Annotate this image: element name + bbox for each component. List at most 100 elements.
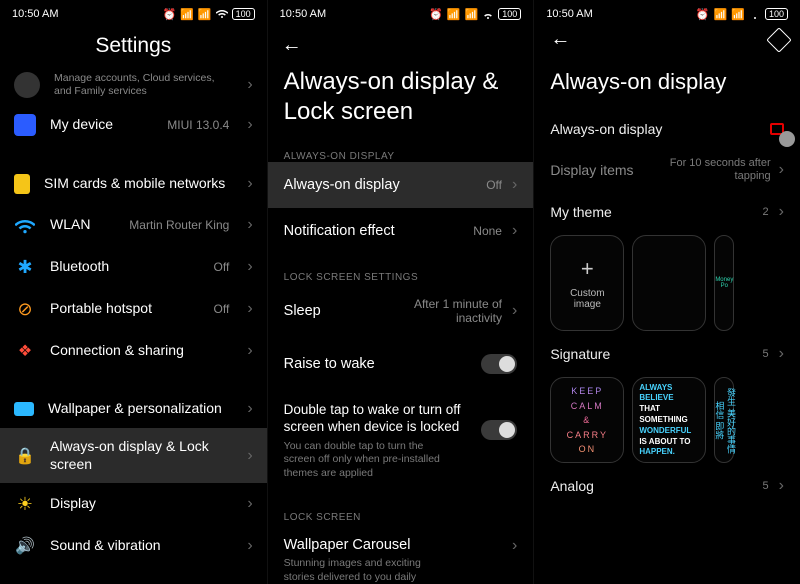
row-label: WLAN <box>50 216 115 234</box>
chevron-right-icon: › <box>247 447 252 465</box>
card-label: Money Po <box>715 277 733 289</box>
toggle-raise[interactable] <box>481 354 517 374</box>
chevron-right-icon: › <box>247 342 252 360</box>
chevron-right-icon: › <box>247 495 252 513</box>
bluetooth-icon: ✱ <box>14 256 36 278</box>
row-display-items[interactable]: Display items For 10 seconds after tappi… <box>534 147 800 193</box>
plus-icon: + <box>581 256 594 282</box>
card-label: Custom image <box>557 288 617 310</box>
battery-icon: 100 <box>232 8 255 20</box>
row-raise-to-wake[interactable]: Raise to wake <box>268 340 534 388</box>
row-aod[interactable]: Always-on display Off › <box>268 162 534 208</box>
wifi-icon <box>216 7 228 22</box>
back-button[interactable]: ← <box>550 28 570 51</box>
row-sleep[interactable]: Sleep After 1 minute of inactivity › <box>268 283 534 340</box>
row-value: Off <box>214 260 230 274</box>
chevron-right-icon: › <box>512 302 517 320</box>
row-double-tap[interactable]: Double tap to wake or turn off screen wh… <box>268 388 534 495</box>
status-time: 10:50 AM <box>546 8 592 20</box>
account-subtitle: Manage accounts, Cloud services, and Fam… <box>54 72 229 97</box>
row-analog[interactable]: Analog 5 › <box>534 467 800 505</box>
row-display[interactable]: ☀ Display › <box>0 483 267 525</box>
row-value: None <box>473 224 502 238</box>
card-theme[interactable]: Money Po <box>714 235 734 331</box>
row-label: Bluetooth <box>50 258 200 276</box>
row-value: After 1 minute of inactivity <box>392 297 502 326</box>
theme-cards: + Custom image Money Po <box>534 231 800 335</box>
chevron-right-icon: › <box>247 216 252 234</box>
row-wlan[interactable]: WLAN Martin Router King › <box>0 204 267 246</box>
status-icons: ⏰ 📶 📶 100 <box>163 7 255 22</box>
card-signature-keep[interactable]: KEEP CALM & CARRY ON <box>550 377 624 463</box>
row-label: My device <box>50 116 153 134</box>
brightness-icon: ☀ <box>14 493 36 515</box>
hotspot-icon: ⊘ <box>14 298 36 320</box>
row-signature[interactable]: Signature 5 › <box>534 335 800 373</box>
row-aod-lock[interactable]: 🔒 Always-on display & Lock screen › <box>0 428 267 483</box>
sim-icon <box>14 174 30 194</box>
signal-icon: 📶 <box>465 8 479 21</box>
row-value: For 10 seconds after tapping <box>651 157 771 183</box>
chevron-right-icon: › <box>247 116 252 134</box>
back-arrow-icon: ← <box>282 34 302 57</box>
row-label: Always-on display & Lock screen <box>50 438 229 473</box>
account-row[interactable]: Manage accounts, Cloud services, and Fam… <box>0 72 267 104</box>
signal-icon: 📶 <box>180 8 194 21</box>
card-custom-image[interactable]: + Custom image <box>550 235 624 331</box>
row-label: Portable hotspot <box>50 300 200 318</box>
row-notification-effect[interactable]: Notification effect None › <box>268 208 534 254</box>
row-count: 5 <box>763 480 769 493</box>
chevron-right-icon: › <box>512 537 517 555</box>
page-title: Settings <box>0 28 267 72</box>
battery-icon: 100 <box>765 8 788 20</box>
row-hotspot[interactable]: ⊘ Portable hotspot Off › <box>0 288 267 330</box>
row-label: Signature <box>550 346 610 362</box>
chevron-right-icon: › <box>247 76 252 94</box>
row-label: Analog <box>550 478 594 494</box>
card-text: 發生 美好的事情 相信 即將 <box>713 388 736 454</box>
status-bar: 10:50 AM ⏰ 📶 📶 100 <box>534 0 800 28</box>
row-bluetooth[interactable]: ✱ Bluetooth Off › <box>0 246 267 288</box>
signal-icon: 📶 <box>714 8 728 21</box>
row-value: Martin Router King <box>129 218 229 232</box>
row-value: Off <box>214 302 230 316</box>
eraser-icon[interactable] <box>766 27 791 52</box>
row-sound[interactable]: 🔊 Sound & vibration › <box>0 525 267 567</box>
card-signature-believe[interactable]: ALWAYS BELIEVE THAT SOMETHING WONDERFUL … <box>632 377 706 463</box>
signal-icon: 📶 <box>447 8 461 21</box>
row-wallpaper[interactable]: Wallpaper & personalization › <box>0 390 267 428</box>
chevron-right-icon: › <box>247 258 252 276</box>
device-icon <box>14 114 36 136</box>
row-label: Raise to wake <box>284 356 375 372</box>
settings-pane: 10:50 AM ⏰ 📶 📶 100 Settings Manage accou… <box>0 0 267 584</box>
alarm-icon: ⏰ <box>696 8 710 21</box>
aod-pane: 10:50 AM ⏰ 📶 📶 100 ← Always-on display A… <box>533 0 800 584</box>
row-my-theme[interactable]: My theme 2 › <box>534 193 800 231</box>
chevron-right-icon: › <box>512 176 517 194</box>
row-wallpaper-carousel[interactable]: Wallpaper Carousel Stunning images and e… <box>268 523 534 584</box>
row-my-device[interactable]: My device MIUI 13.0.4 › <box>0 104 267 146</box>
status-bar: 10:50 AM ⏰ 📶 📶 100 <box>268 0 534 28</box>
aod-lock-pane: 10:50 AM ⏰ 📶 📶 100 ← Always-on display &… <box>267 0 534 584</box>
back-button[interactable]: ← <box>268 28 534 57</box>
share-icon: ❖ <box>14 340 36 362</box>
wifi-icon <box>14 214 36 236</box>
row-connection[interactable]: ❖ Connection & sharing › <box>0 330 267 372</box>
status-time: 10:50 AM <box>12 8 58 20</box>
status-bar: 10:50 AM ⏰ 📶 📶 100 <box>0 0 267 28</box>
sound-icon: 🔊 <box>14 535 36 557</box>
highlight-box <box>770 123 784 135</box>
group-header: LOCK SCREEN SETTINGS <box>268 264 534 283</box>
toggle-doubletap[interactable] <box>481 420 517 440</box>
row-desc: You can double tap to turn the screen of… <box>284 440 454 481</box>
card-theme[interactable] <box>632 235 706 331</box>
card-text: ALWAYS BELIEVE THAT SOMETHING WONDERFUL … <box>639 383 699 459</box>
alarm-icon: ⏰ <box>429 8 443 21</box>
card-signature-cjk[interactable]: 發生 美好的事情 相信 即將 <box>714 377 734 463</box>
row-label: Wallpaper & personalization <box>48 400 229 418</box>
card-text: KEEP CALM & CARRY ON <box>567 384 608 456</box>
chevron-right-icon: › <box>247 400 252 418</box>
row-sim[interactable]: SIM cards & mobile networks › <box>0 164 267 204</box>
status-icons: ⏰ 📶 📶 100 <box>429 8 521 21</box>
row-count: 5 <box>763 348 769 361</box>
